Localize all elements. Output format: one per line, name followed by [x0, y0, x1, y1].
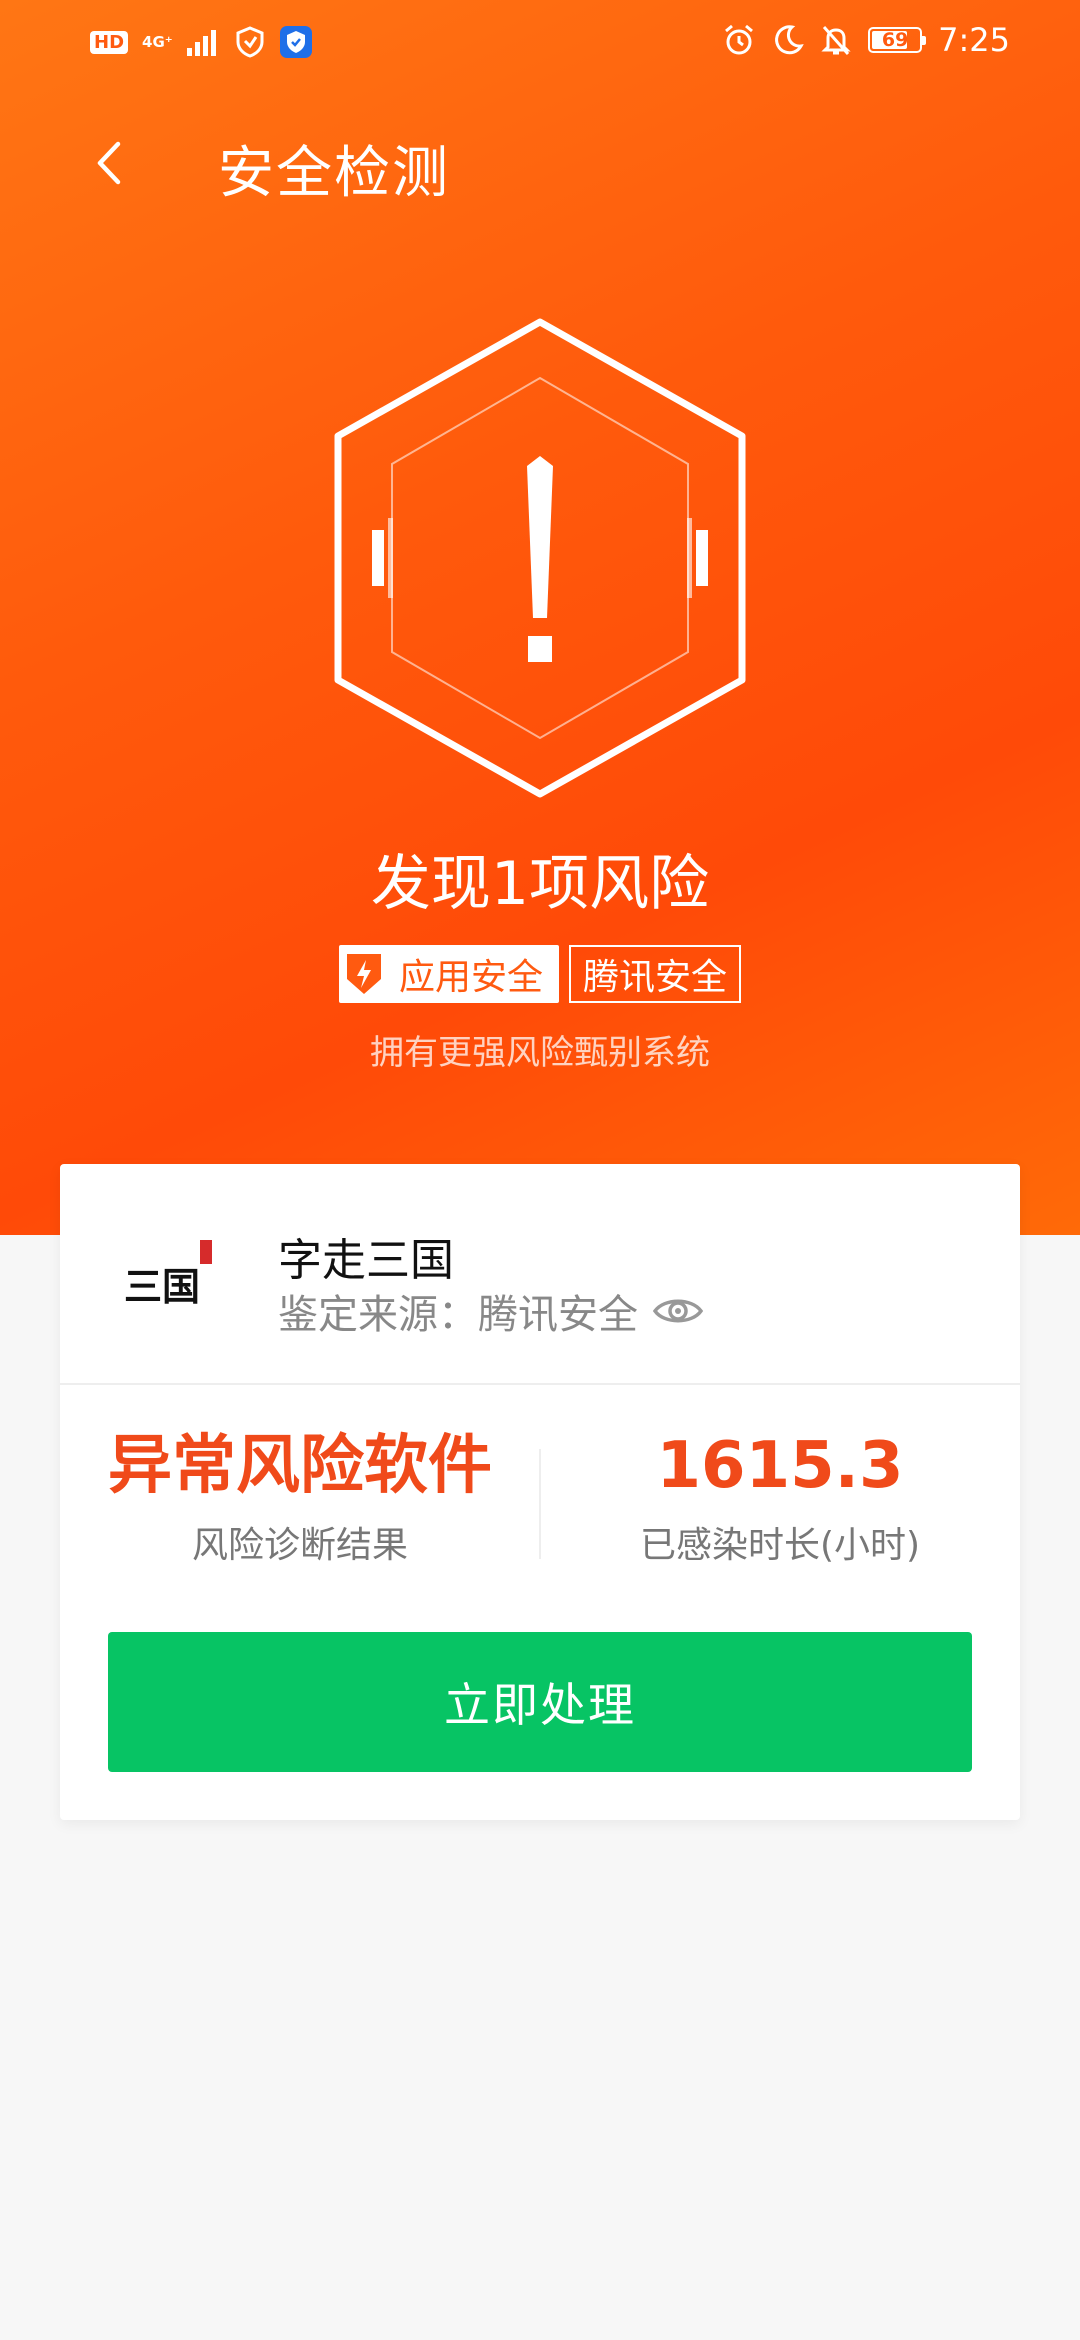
alarm-icon	[725, 24, 754, 55]
diagnosis-label: 风险诊断结果	[191, 1525, 408, 1566]
diagnosis-value: 异常风险软件	[108, 1429, 492, 1503]
battery-icon: 69	[868, 27, 927, 53]
battery-level: 69	[881, 29, 909, 51]
network-type: 4G⁺	[142, 33, 173, 51]
clock: 7:25	[938, 21, 1010, 59]
status-bar: HD 4G⁺ 69 7:25	[0, 0, 1080, 80]
eye-icon[interactable]	[652, 1291, 704, 1331]
do-not-disturb-moon-icon	[775, 25, 804, 55]
infection-duration-stat: 1615.3 已感染时长(小时)	[540, 1426, 1020, 1568]
warning-shield-icon	[334, 318, 746, 798]
infection-label: 已感染时长(小时)	[639, 1525, 921, 1566]
page-title: 安全检测	[218, 141, 450, 206]
status-bar-right: 69 7:25	[722, 18, 1010, 62]
lightning-shield-icon	[339, 945, 389, 1003]
app-source: 鉴定来源：腾讯安全	[278, 1282, 704, 1340]
tag-tencent-security: 腾讯安全	[569, 945, 742, 1003]
signal-icon	[186, 30, 216, 56]
security-app-icon	[279, 26, 312, 58]
tag-app-security: 应用安全	[338, 945, 559, 1003]
infection-value: 1615.3	[656, 1429, 904, 1503]
app-name: 字走三国	[278, 1235, 454, 1286]
status-bar-left: HD 4G⁺	[90, 22, 313, 62]
risk-count-title: 发现1项风险	[370, 849, 710, 919]
hd-badge: HD	[90, 30, 129, 54]
mute-bell-icon	[821, 26, 851, 55]
handle-now-button[interactable]: 立即处理	[108, 1632, 972, 1772]
diagnosis-stat: 异常风险软件 风险诊断结果	[60, 1426, 540, 1568]
card-divider	[60, 1383, 1020, 1385]
tag-app-security-label: 应用安全	[398, 957, 543, 998]
source-tags: 应用安全 腾讯安全	[0, 945, 1080, 1003]
slogan-text: 拥有更强风险甄别系统	[370, 1033, 710, 1073]
risk-app-card: 三国 字走三国 鉴定来源：腾讯安全 异常风险软件 风险诊断结果 1615.3 已…	[60, 1164, 1020, 1820]
svg-text:三国: 三国	[124, 1264, 200, 1309]
app-source-label: 鉴定来源：腾讯安全	[278, 1292, 638, 1338]
back-arrow-icon[interactable]	[90, 138, 130, 188]
app-logo: 三国	[120, 1220, 230, 1330]
vpn-shield-icon	[236, 26, 264, 58]
